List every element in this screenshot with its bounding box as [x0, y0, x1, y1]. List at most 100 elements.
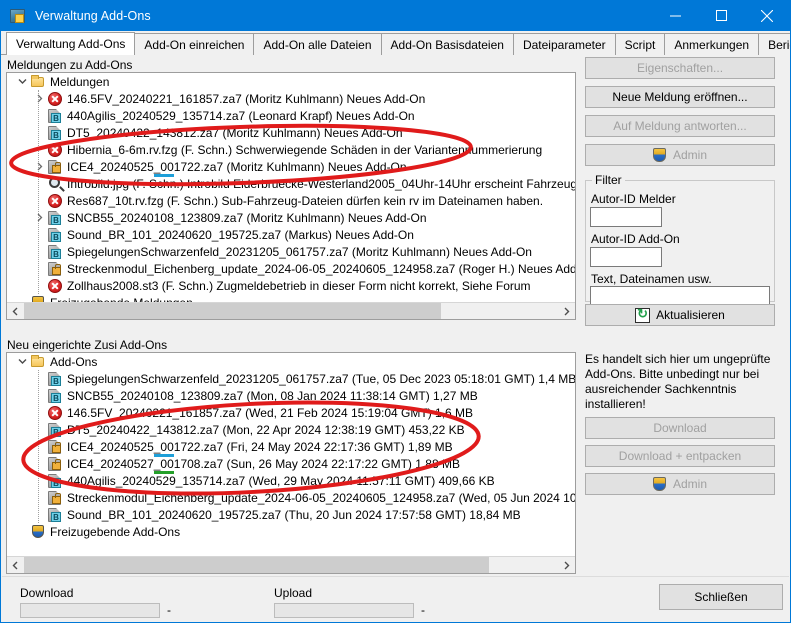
- tree-root-label: Add-Ons: [50, 354, 98, 369]
- file-b-icon: B: [47, 371, 63, 387]
- new-addons-tree-hscrollbar[interactable]: [7, 556, 575, 573]
- tree-item-label: ICE4_20240527_001708.za7 (Sun, 26 May 20…: [67, 456, 460, 474]
- tree-item-label: Sound_BR_101_20240620_195725.za7 (Markus…: [67, 227, 414, 242]
- close-icon[interactable]: [744, 0, 790, 31]
- error-icon: [47, 278, 63, 294]
- new-message-button[interactable]: Neue Meldung eröffnen...: [585, 86, 775, 108]
- scroll-right-arrow[interactable]: [558, 557, 575, 573]
- version-marker-blue: _00: [153, 159, 174, 177]
- new-addons-tree[interactable]: Add-Ons B SpiegelungenSchwarzenfeld_202312…: [6, 352, 576, 574]
- tree-item[interactable]: B SNCB55_20240108_123809.za7 (Mon, 08 Jan…: [7, 387, 575, 404]
- tab-3[interactable]: Add-On Basisdateien: [380, 33, 514, 55]
- tree-item-label: Introbild.jpg (F. Schn.) Introbild Eider…: [67, 176, 575, 191]
- reply-message-button[interactable]: Auf Meldung antworten...: [585, 115, 775, 137]
- chevron-right-icon[interactable]: [31, 209, 47, 226]
- tab-strip: Verwaltung Add-Ons Add-On einreichen Add-O…: [1, 31, 790, 55]
- scroll-left-arrow[interactable]: [7, 303, 24, 319]
- tree-item-label: Streckenmodul_Eichenberg_update_2024-06-…: [67, 490, 575, 505]
- properties-button[interactable]: Eigenschaften...: [585, 57, 775, 79]
- tree-item[interactable]: 146.5FV_20240221_161857.za7 (Moritz Kuhl…: [7, 90, 575, 107]
- tree-root-node[interactable]: Add-Ons: [7, 353, 575, 370]
- tree-item[interactable]: B SNCB55_20240108_123809.za7 (Moritz Kuhl…: [7, 209, 575, 226]
- tree-item[interactable]: ICE4_20240525_001722.za7 (Fri, 24 May 20…: [7, 438, 575, 457]
- tree-item[interactable]: B DT5_20240422_143812.za7 (Moritz Kuhlman…: [7, 124, 575, 141]
- error-icon: [47, 193, 63, 209]
- tree-item[interactable]: Zollhaus2008.st3 (F. Schn.) Zugmeldebetr…: [7, 277, 575, 294]
- file-b-icon: B: [47, 244, 63, 260]
- tree-item[interactable]: B SpiegelungenSchwarzenfeld_20231205_0617…: [7, 243, 575, 260]
- tree-item[interactable]: B 440Agilis_20240529_135714.za7 (Wed, 29 …: [7, 472, 575, 489]
- maximize-icon[interactable]: [698, 0, 744, 31]
- tree-item-label: ICE4_20240525_001722.za7 (Moritz Kuhlman…: [67, 159, 407, 177]
- author-addon-input[interactable]: [590, 247, 662, 267]
- new-addons-tree-hscroll-track[interactable]: [24, 557, 558, 573]
- author-reporter-input[interactable]: [590, 207, 662, 227]
- refresh-button[interactable]: Aktualisieren: [585, 304, 775, 326]
- tree-item[interactable]: B Sound_BR_101_20240620_195725.za7 (Marku…: [7, 226, 575, 243]
- file-lock-icon: [47, 159, 63, 175]
- tab-5[interactable]: Script: [614, 33, 666, 55]
- tree-root-node[interactable]: Meldungen: [7, 73, 575, 90]
- tree-item[interactable]: 146.5FV_20240221_161857.za7 (Wed, 21 Feb…: [7, 404, 575, 421]
- status-bar: Download - Upload - Schließen: [2, 576, 789, 622]
- folder-icon: [30, 354, 46, 370]
- tree-item-label: 146.5FV_20240221_161857.za7 (Moritz Kuhl…: [67, 91, 426, 106]
- tree-item-label: 440Agilis_20240529_135714.za7 (Leonard K…: [67, 108, 415, 123]
- tree-item[interactable]: Res687_10t.rv.fzg (F. Schn.) Sub-Fahrzeu…: [7, 192, 575, 209]
- scroll-right-arrow[interactable]: [558, 303, 575, 319]
- folder-icon: [30, 74, 46, 90]
- tree-item[interactable]: B Sound_BR_101_20240620_195725.za7 (Thu, …: [7, 506, 575, 523]
- tree-item[interactable]: B SpiegelungenSchwarzenfeld_20231205_0617…: [7, 370, 575, 387]
- tree-footer-node[interactable]: Freizugebende Meldungen: [7, 294, 575, 302]
- tree-footer-node[interactable]: Freizugebende Add-Ons: [7, 523, 575, 540]
- messages-tree[interactable]: Meldungen 146.5FV_20240221_161857.za7 (Mo…: [6, 72, 576, 320]
- tree-item-label: Hibernia_6-6m.rv.fzg (F. Schn.) Schwerwi…: [67, 142, 543, 157]
- tree-item[interactable]: Hibernia_6-6m.rv.fzg (F. Schn.) Schwerwi…: [7, 141, 575, 158]
- new-addons-tree-content: Add-Ons B SpiegelungenSchwarzenfeld_202312…: [7, 353, 575, 556]
- tab-2[interactable]: Add-On alle Dateien: [253, 33, 382, 55]
- tree-item[interactable]: B 440Agilis_20240529_135714.za7 (Leonard …: [7, 107, 575, 124]
- version-marker-blue: _00: [153, 439, 174, 457]
- tree-item[interactable]: Streckenmodul_Eichenberg_update_2024-06-…: [7, 260, 575, 277]
- file-b-icon: B: [47, 108, 63, 124]
- close-button[interactable]: Schließen: [659, 584, 783, 610]
- chevron-right-icon[interactable]: [31, 158, 47, 175]
- admin-button-upper[interactable]: Admin: [585, 144, 775, 166]
- tab-0[interactable]: Verwaltung Add-Ons: [6, 32, 136, 55]
- tab-6[interactable]: Anmerkungen: [664, 33, 760, 55]
- tree-item-label: SpiegelungenSchwarzenfeld_20231205_06175…: [67, 371, 575, 386]
- free-text-input[interactable]: [590, 286, 770, 306]
- admin-button-lower[interactable]: Admin: [585, 473, 775, 495]
- tree-item[interactable]: Introbild.jpg (F. Schn.) Introbild Eider…: [7, 175, 575, 192]
- chevron-down-icon[interactable]: [14, 353, 30, 370]
- scroll-left-arrow[interactable]: [7, 557, 24, 573]
- tree-item[interactable]: B DT5_20240422_143812.za7 (Mon, 22 Apr 20…: [7, 421, 575, 438]
- new-addons-tree-hscroll-thumb[interactable]: [24, 557, 489, 573]
- chevron-down-icon[interactable]: [14, 73, 30, 90]
- chevron-right-icon[interactable]: [31, 90, 47, 107]
- tab-4[interactable]: Dateiparameter: [512, 33, 616, 55]
- upload-progress: [274, 603, 414, 618]
- messages-tree-hscrollbar[interactable]: [7, 302, 575, 319]
- minimize-icon[interactable]: [652, 0, 698, 31]
- tab-1[interactable]: Add-On einreichen: [134, 33, 255, 55]
- upload-status-value: -: [421, 603, 425, 617]
- tree-item[interactable]: Streckenmodul_Eichenberg_update_2024-06-…: [7, 489, 575, 506]
- admin-button-lower-label: Admin: [672, 477, 707, 491]
- filter-group-title: Filter: [592, 173, 625, 187]
- download-extract-button[interactable]: Download + entpacken: [585, 445, 775, 467]
- file-lock-icon: [47, 439, 63, 455]
- tree-item[interactable]: ICE4_20240525_001722.za7 (Moritz Kuhlman…: [7, 158, 575, 177]
- messages-tree-hscroll-thumb[interactable]: [24, 303, 441, 319]
- messages-tree-hscroll-track[interactable]: [24, 303, 558, 319]
- tree-item-label: Streckenmodul_Eichenberg_update_2024-06-…: [67, 261, 575, 276]
- refresh-icon: [635, 306, 651, 323]
- tree-item[interactable]: ICE4_20240527_001708.za7 (Sun, 26 May 20…: [7, 455, 575, 474]
- tab-7[interactable]: Bericht: [758, 33, 790, 55]
- download-button[interactable]: Download: [585, 417, 775, 439]
